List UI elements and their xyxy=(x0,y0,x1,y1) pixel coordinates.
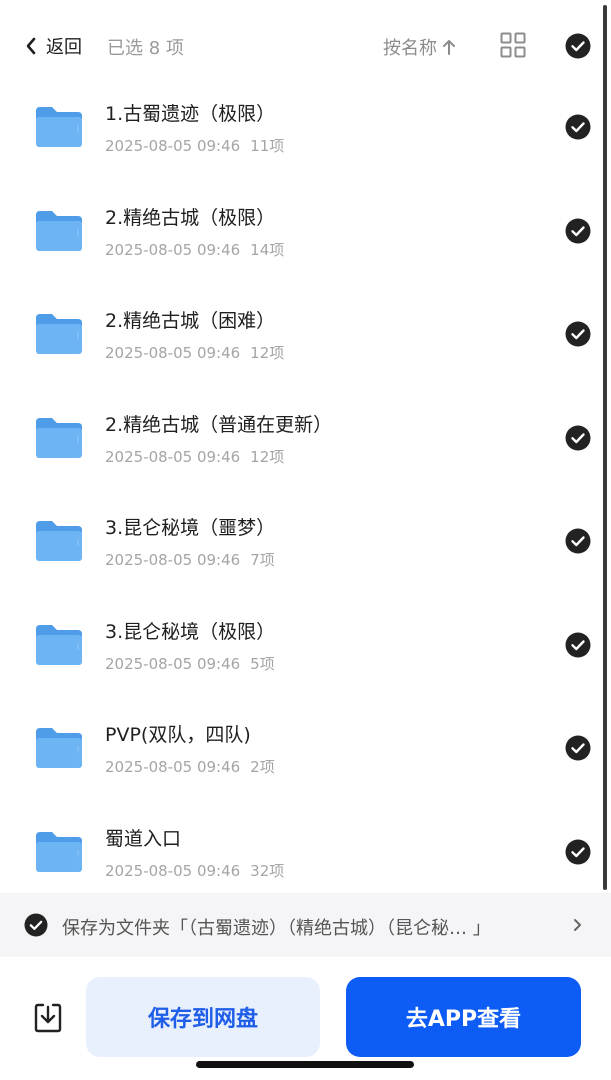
check-circle-icon[interactable] xyxy=(565,735,591,761)
folder-item-count: 2项 xyxy=(250,758,275,776)
save-to-drive-button[interactable]: 保存到网盘 xyxy=(86,977,320,1057)
sort-button[interactable]: 按名称 xyxy=(383,34,457,60)
file-list-item[interactable]: 3.昆仑秘境（极限） 2025-08-05 09:46 5项 xyxy=(0,598,611,702)
sort-label: 按名称 xyxy=(383,38,437,59)
folder-item-count: 5项 xyxy=(250,654,275,673)
file-list-item[interactable]: 2.精绝古城（极限） 2025-08-05 09:46 14项 xyxy=(0,184,611,288)
open-in-app-button[interactable]: 去APP查看 xyxy=(346,977,581,1057)
check-circle-icon[interactable] xyxy=(565,632,591,658)
check-circle-icon[interactable] xyxy=(565,528,591,554)
folder-icon xyxy=(34,726,84,770)
folder-meta: 2025-08-05 09:46 5项 xyxy=(105,653,275,674)
chevron-left-icon xyxy=(26,37,36,55)
folder-item-count: 12项 xyxy=(250,344,285,362)
folder-meta: 2025-08-05 09:46 11项 xyxy=(105,135,284,156)
check-circle-icon[interactable] xyxy=(565,839,591,865)
folder-meta: 2025-08-05 09:46 2项 xyxy=(105,756,275,777)
file-list-item[interactable]: 1.古蜀遗迹（极限） 2025-08-05 09:46 11项 xyxy=(0,80,611,184)
folder-date: 2025-08-05 09:46 xyxy=(105,137,241,155)
folder-meta: 2025-08-05 09:46 32项 xyxy=(105,860,284,881)
download-icon[interactable] xyxy=(32,1001,64,1035)
folder-name: 2.精绝古城（极限） xyxy=(105,206,276,229)
check-circle-icon[interactable] xyxy=(565,218,591,244)
folder-icon xyxy=(34,416,84,460)
back-button[interactable]: 返回 xyxy=(24,33,82,59)
folder-date: 2025-08-05 09:46 xyxy=(105,861,241,880)
check-circle-icon[interactable] xyxy=(565,321,591,347)
arrow-up-icon xyxy=(443,40,455,55)
bottom-action-bar: 保存到网盘 去APP查看 xyxy=(0,957,611,1080)
file-list-item[interactable]: 3.昆仑秘境（噩梦） 2025-08-05 09:46 7项 xyxy=(0,494,611,598)
folder-icon xyxy=(34,105,84,149)
folder-meta: 2025-08-05 09:46 7项 xyxy=(105,549,275,570)
folder-icon xyxy=(34,830,84,874)
file-list-item[interactable]: 2.精绝古城（普通在更新） 2025-08-05 09:46 12项 xyxy=(0,391,611,495)
folder-date: 2025-08-05 09:46 xyxy=(105,654,241,673)
save-as-folder-bar[interactable]: 保存为文件夹「（古蜀遗迹）（精绝古城）（昆仑秘… 」 xyxy=(0,893,611,957)
grid-view-icon[interactable] xyxy=(500,32,526,58)
folder-icon xyxy=(34,623,84,667)
file-list-item[interactable]: 2.精绝古城（困难） 2025-08-05 09:46 12项 xyxy=(0,287,611,391)
folder-item-count: 7项 xyxy=(250,551,275,569)
file-list: 1.古蜀遗迹（极限） 2025-08-05 09:46 11项 2.精绝古城（极限） 2… xyxy=(0,80,611,908)
folder-name: 2.精绝古城（困难） xyxy=(105,310,276,332)
folder-name: 1.古蜀遗迹（极限） xyxy=(105,103,276,125)
folder-date: 2025-08-05 09:46 xyxy=(105,240,241,259)
folder-item-count: 14项 xyxy=(250,240,285,259)
folder-date: 2025-08-05 09:46 xyxy=(105,447,241,466)
select-all-check-icon[interactable] xyxy=(565,33,591,59)
folder-meta: 2025-08-05 09:46 14项 xyxy=(105,239,284,260)
check-circle-icon[interactable] xyxy=(565,114,591,140)
file-list-item[interactable]: PVP(双队，四队) 2025-08-05 09:46 2项 xyxy=(0,701,611,805)
folder-icon xyxy=(34,519,84,563)
folder-icon xyxy=(34,209,84,253)
folder-name: 2.精绝古城（普通在更新） xyxy=(105,413,333,436)
folder-name: PVP(双队，四队) xyxy=(105,724,251,746)
folder-meta: 2025-08-05 09:46 12项 xyxy=(105,446,284,467)
save-as-folder-text: 保存为文件夹「（古蜀遗迹）（精绝古城）（昆仑秘… 」 xyxy=(62,918,491,939)
folder-icon xyxy=(34,312,84,356)
folder-item-count: 11项 xyxy=(250,137,285,155)
back-label: 返回 xyxy=(46,37,82,58)
check-circle-icon[interactable] xyxy=(24,913,48,937)
check-circle-icon[interactable] xyxy=(565,425,591,451)
folder-date: 2025-08-05 09:46 xyxy=(105,758,241,776)
folder-name: 3.昆仑秘境（极限） xyxy=(105,620,276,643)
selected-count: 已选 8 项 xyxy=(107,38,184,59)
folder-date: 2025-08-05 09:46 xyxy=(105,551,241,569)
folder-date: 2025-08-05 09:46 xyxy=(105,344,241,362)
home-indicator xyxy=(196,1061,414,1068)
folder-item-count: 32项 xyxy=(250,861,285,880)
top-bar: 返回 已选 8 项 按名称 xyxy=(0,0,611,90)
folder-item-count: 12项 xyxy=(250,447,285,466)
folder-name: 3.昆仑秘境（噩梦） xyxy=(105,517,276,539)
chevron-right-icon xyxy=(574,919,581,931)
folder-name: 蜀道入口 xyxy=(105,827,182,850)
folder-meta: 2025-08-05 09:46 12项 xyxy=(105,342,284,363)
